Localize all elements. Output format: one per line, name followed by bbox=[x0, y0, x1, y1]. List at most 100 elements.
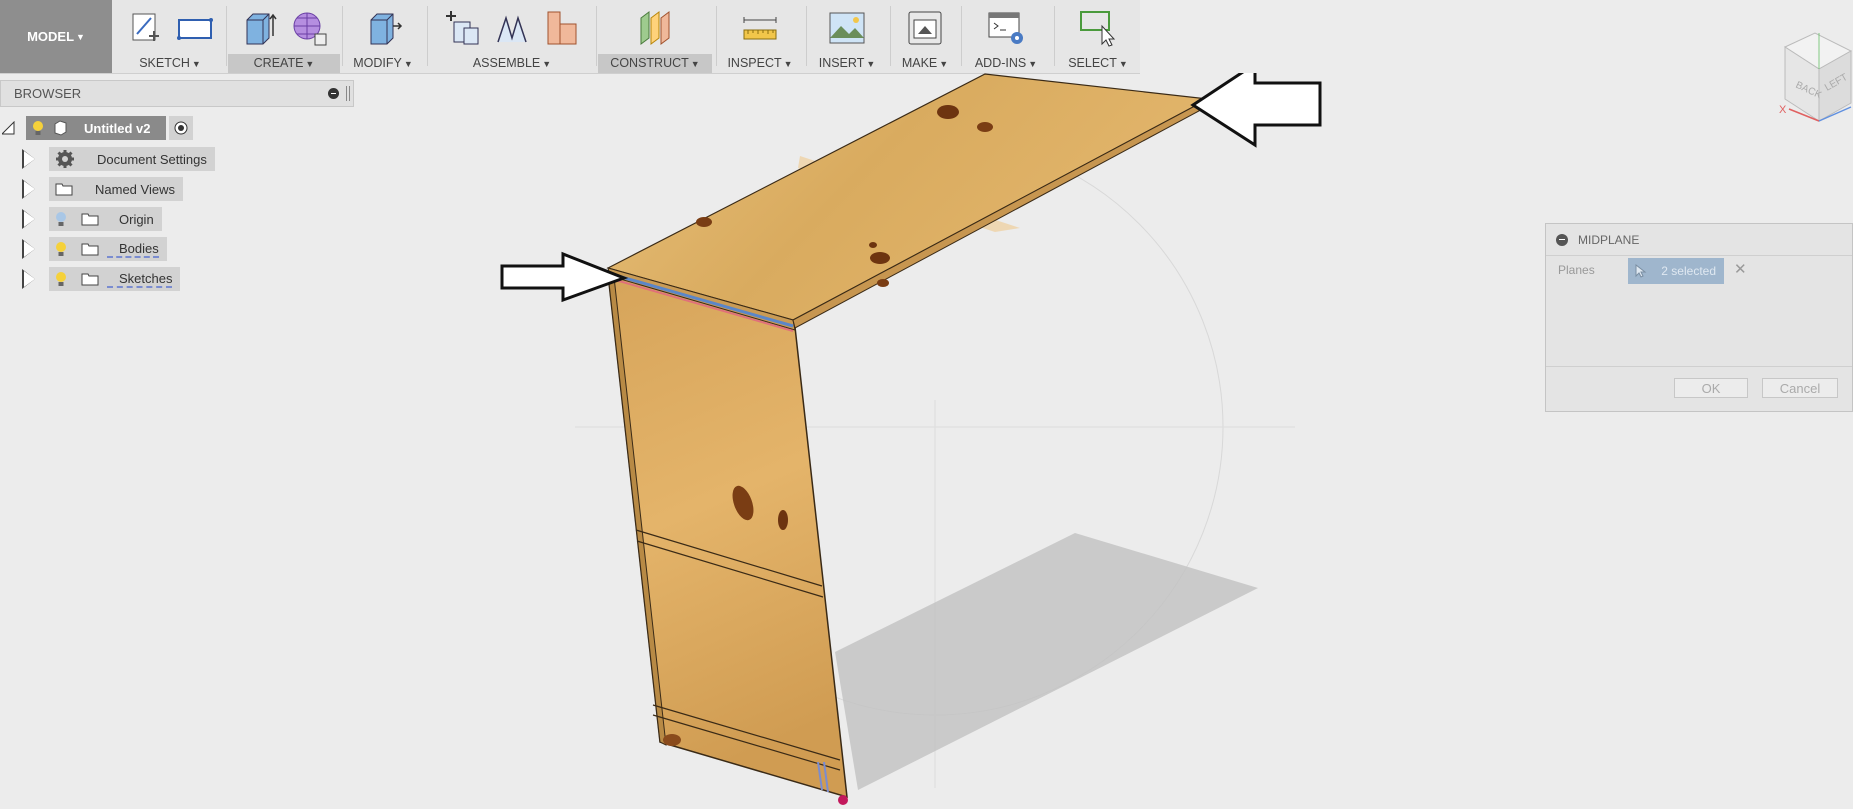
dialog-header[interactable]: MIDPLANE bbox=[1546, 224, 1852, 256]
workspace-label: MODEL bbox=[27, 29, 75, 44]
radio-target-icon bbox=[174, 121, 188, 135]
rectangle-icon[interactable] bbox=[175, 8, 215, 48]
expand-triangle-icon[interactable] bbox=[22, 209, 35, 229]
modify-menu-label[interactable]: MODIFY ▼ bbox=[344, 54, 422, 73]
annotation-arrow-left bbox=[1190, 73, 1322, 148]
lightbulb-off-icon[interactable] bbox=[55, 211, 67, 227]
toolbar-group-sketch[interactable]: SKETCH ▼ bbox=[118, 0, 222, 73]
create-menu-label[interactable]: CREATE ▼ bbox=[228, 54, 340, 73]
toolbar-group-insert[interactable]: INSERT ▼ bbox=[808, 0, 886, 73]
assemble-menu-label[interactable]: ASSEMBLE ▼ bbox=[432, 54, 592, 73]
view-cube[interactable]: BACK LEFT X bbox=[1753, 25, 1853, 135]
sketch-menu-label[interactable]: SKETCH ▼ bbox=[118, 54, 222, 73]
model-shadow bbox=[835, 533, 1258, 790]
as-built-joint-icon[interactable] bbox=[542, 8, 582, 48]
cancel-button[interactable]: Cancel bbox=[1762, 378, 1838, 398]
planes-label: Planes bbox=[1558, 263, 1595, 277]
browser-item-label: Document Settings bbox=[97, 151, 207, 167]
toolbar-divider bbox=[342, 6, 343, 66]
measure-icon[interactable] bbox=[740, 8, 780, 48]
workspace-model-button[interactable]: MODEL ▼ bbox=[0, 0, 112, 73]
toolbar-divider bbox=[427, 6, 428, 66]
chevron-down-icon: ▼ bbox=[76, 31, 85, 42]
expand-triangle-icon[interactable] bbox=[22, 179, 35, 199]
inspect-menu-label[interactable]: INSPECT ▼ bbox=[718, 54, 802, 73]
top-panel-body[interactable] bbox=[606, 73, 1211, 332]
create-sketch-icon[interactable] bbox=[125, 8, 165, 48]
toolbar-group-construct[interactable]: CONSTRUCT ▼ bbox=[598, 0, 712, 73]
component-icon bbox=[54, 120, 67, 136]
lightbulb-icon[interactable] bbox=[55, 271, 67, 287]
toolbar-group-select[interactable]: SELECT ▼ bbox=[1056, 0, 1140, 73]
expand-triangle-icon[interactable] bbox=[2, 121, 16, 135]
toolbar-group-assemble[interactable]: ASSEMBLE ▼ bbox=[432, 0, 592, 73]
construct-menu-label[interactable]: CONSTRUCT ▼ bbox=[598, 54, 712, 73]
midplane-icon[interactable] bbox=[635, 8, 675, 48]
pin-icon[interactable] bbox=[346, 86, 350, 101]
expand-triangle-icon[interactable] bbox=[22, 149, 35, 169]
annotation-arrow-right bbox=[500, 251, 629, 303]
toolbar-group-create[interactable]: CREATE ▼ bbox=[228, 0, 340, 73]
browser-item-named-views[interactable]: Named Views bbox=[0, 176, 183, 202]
toolbar-divider bbox=[596, 6, 597, 66]
browser-root[interactable]: Untitled v2 bbox=[0, 115, 194, 141]
press-pull-icon[interactable] bbox=[363, 8, 403, 48]
planes-selection-button[interactable]: 2 selected bbox=[1628, 258, 1724, 284]
toolbar-divider bbox=[961, 6, 962, 66]
collapse-icon[interactable] bbox=[328, 88, 339, 99]
selection-count: 2 selected bbox=[1661, 264, 1716, 278]
browser-item-document-settings[interactable]: Document Settings bbox=[0, 146, 215, 172]
form-icon[interactable] bbox=[289, 8, 329, 48]
folder-icon bbox=[81, 273, 99, 286]
browser-item-label: Bodies bbox=[107, 241, 159, 258]
vertical-panel-body[interactable] bbox=[607, 272, 848, 805]
browser-item-origin[interactable]: Origin bbox=[0, 206, 162, 232]
folder-icon bbox=[55, 183, 73, 196]
lightbulb-icon[interactable] bbox=[55, 241, 67, 257]
dialog-title: MIDPLANE bbox=[1578, 232, 1640, 247]
select-icon[interactable] bbox=[1078, 8, 1118, 48]
document-name: Untitled v2 bbox=[84, 120, 151, 136]
activate-component-button[interactable] bbox=[169, 116, 194, 140]
extrude-icon[interactable] bbox=[239, 8, 279, 48]
3d-viewport[interactable] bbox=[0, 73, 1853, 809]
browser-item-label: Named Views bbox=[95, 181, 175, 197]
scripts-icon[interactable] bbox=[986, 8, 1026, 48]
expand-triangle-icon[interactable] bbox=[22, 239, 35, 259]
insert-image-icon[interactable] bbox=[827, 8, 867, 48]
dialog-footer: OK Cancel bbox=[1546, 366, 1852, 411]
browser-item-sketches[interactable]: Sketches bbox=[0, 266, 181, 292]
browser-header[interactable]: BROWSER bbox=[0, 80, 354, 107]
gear-icon bbox=[56, 150, 74, 168]
toolbar-group-inspect[interactable]: INSPECT ▼ bbox=[718, 0, 802, 73]
toolbar-group-addins[interactable]: ADD-INS ▼ bbox=[963, 0, 1049, 73]
browser-item-label: Origin bbox=[119, 211, 154, 227]
folder-icon bbox=[81, 243, 99, 256]
browser-item-label: Sketches bbox=[107, 271, 173, 288]
make-menu-label[interactable]: MAKE ▼ bbox=[892, 54, 958, 73]
select-menu-label[interactable]: SELECT ▼ bbox=[1056, 54, 1140, 73]
minimize-icon[interactable] bbox=[1556, 233, 1568, 246]
new-component-icon[interactable] bbox=[442, 8, 482, 48]
toolbar-divider bbox=[890, 6, 891, 66]
toolbar-divider bbox=[806, 6, 807, 66]
cursor-arrow-icon bbox=[1635, 264, 1647, 278]
expand-triangle-icon[interactable] bbox=[22, 269, 35, 289]
toolbar-divider bbox=[1054, 6, 1055, 66]
browser-item-bodies[interactable]: Bodies bbox=[0, 236, 167, 262]
3d-print-icon[interactable] bbox=[905, 8, 945, 48]
ok-button[interactable]: OK bbox=[1674, 378, 1748, 398]
addins-menu-label[interactable]: ADD-INS ▼ bbox=[963, 54, 1049, 73]
clear-selection-icon[interactable]: ✕ bbox=[1734, 260, 1747, 278]
axis-x-label: X bbox=[1779, 104, 1787, 116]
toolbar-group-modify[interactable]: MODIFY ▼ bbox=[344, 0, 422, 73]
insert-menu-label[interactable]: INSERT ▼ bbox=[808, 54, 886, 73]
folder-icon bbox=[81, 213, 99, 226]
joint-icon[interactable] bbox=[492, 8, 532, 48]
toolbar-group-make[interactable]: MAKE ▼ bbox=[892, 0, 958, 73]
lightbulb-icon[interactable] bbox=[32, 120, 44, 136]
toolbar-divider bbox=[226, 6, 227, 66]
midplane-dialog: MIDPLANE Planes 2 selected ✕ OK Cancel bbox=[1545, 223, 1853, 412]
browser-title: BROWSER bbox=[14, 86, 82, 101]
toolbar-divider bbox=[716, 6, 717, 66]
